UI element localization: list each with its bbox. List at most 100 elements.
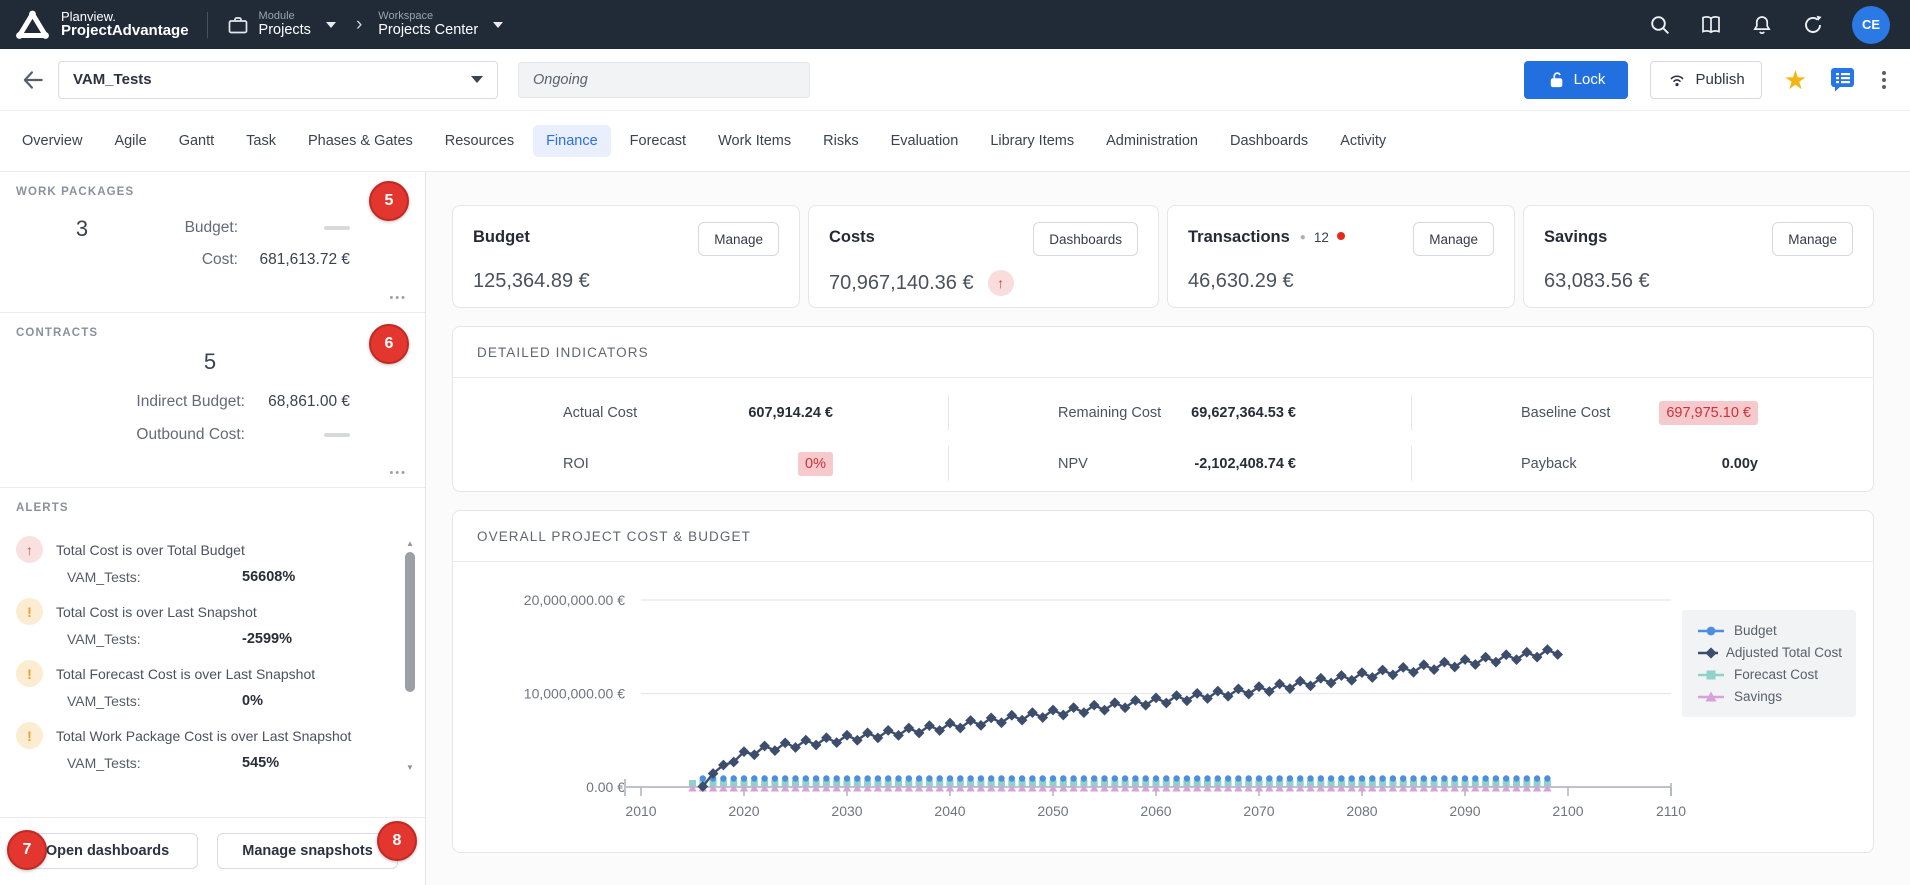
svg-text:2080: 2080	[1346, 803, 1377, 819]
cost-trend-up-icon: ↑	[988, 270, 1014, 296]
transactions-card-title: Transactions	[1188, 228, 1290, 247]
tab-administration[interactable]: Administration	[1093, 125, 1211, 157]
manage-snapshots-button[interactable]: Manage snapshots	[217, 833, 398, 869]
back-arrow-icon[interactable]	[20, 67, 46, 93]
costs-dashboards-button[interactable]: Dashboards	[1033, 222, 1138, 256]
alert-value: 56608%	[242, 569, 295, 585]
planview-logo: Planview. ProjectAdvantage	[14, 8, 189, 42]
wp-budget-label: Budget:	[120, 219, 238, 237]
publish-button[interactable]: Publish	[1650, 61, 1761, 99]
svg-text:2060: 2060	[1140, 803, 1171, 819]
legend-item[interactable]: Budget	[1696, 623, 1842, 638]
svg-text:2020: 2020	[728, 803, 759, 819]
tab-overview[interactable]: Overview	[9, 125, 95, 157]
alert-up-arrow-icon: ↑	[16, 536, 43, 563]
tab-task[interactable]: Task	[233, 125, 289, 157]
tab-work-items[interactable]: Work Items	[705, 125, 804, 157]
workspace-selector[interactable]: Workspace Projects Center	[378, 10, 503, 39]
tab-bar: Overview Agile Gantt Task Phases & Gates…	[0, 111, 1910, 172]
costs-card-value: 70,967,140.36 €	[829, 272, 974, 295]
chart-legend: Budget Adjusted Total Cost Forecast Cost Sa…	[1682, 610, 1856, 717]
scroll-down-icon[interactable]: ▼	[405, 764, 415, 772]
transactions-card: Transactions ● 12 Manage 46,630.29 €	[1167, 205, 1515, 308]
alerts-section: ALERTS ↑ Total Cost is over Total Budget…	[0, 488, 425, 818]
tab-gantt[interactable]: Gantt	[166, 125, 227, 157]
budget-manage-button[interactable]: Manage	[698, 222, 779, 256]
transactions-manage-button[interactable]: Manage	[1413, 222, 1494, 256]
module-caret-icon	[326, 22, 336, 28]
status-field[interactable]: Ongoing	[518, 62, 810, 98]
project-select[interactable]: VAM_Tests	[58, 61, 498, 99]
book-icon[interactable]	[1699, 13, 1723, 37]
tab-agile[interactable]: Agile	[101, 125, 159, 157]
legend-item[interactable]: Savings	[1696, 689, 1842, 704]
notification-dot-icon	[1337, 232, 1345, 240]
contracts-more-icon[interactable]: •••	[389, 467, 407, 479]
baseline-cost-highlight: 697,975.10 €	[1659, 401, 1758, 425]
indirect-budget-label: Indirect Budget:	[40, 393, 245, 411]
feedback-icon[interactable]	[1829, 66, 1856, 93]
chart-title: OVERALL PROJECT COST & BUDGET	[453, 511, 1873, 562]
svg-text:2110: 2110	[1656, 803, 1686, 819]
tab-phases-gates[interactable]: Phases & Gates	[295, 125, 426, 157]
lock-label: Lock	[1574, 71, 1606, 88]
alert-item[interactable]: ! Total Forecast Cost is over Last Snaps…	[16, 660, 391, 709]
workspace-label: Workspace	[378, 10, 478, 23]
alert-project-label: VAM_Tests:	[67, 755, 242, 771]
work-packages-count: 3	[52, 216, 112, 242]
workspace-caret-icon	[493, 22, 503, 28]
refresh-icon[interactable]	[1801, 13, 1825, 37]
module-selector[interactable]: Module Projects	[226, 10, 336, 39]
alert-item[interactable]: ! Total Cost is over Last Snapshot VAM_T…	[16, 598, 391, 647]
budget-card-value: 125,364.89 €	[473, 270, 779, 293]
workspace-value: Projects Center	[378, 22, 478, 39]
alert-project-label: VAM_Tests:	[67, 631, 242, 647]
tab-evaluation[interactable]: Evaluation	[878, 125, 972, 157]
more-options-icon[interactable]	[1878, 67, 1890, 93]
savings-manage-button[interactable]: Manage	[1772, 222, 1853, 256]
alert-item[interactable]: ↑ Total Cost is over Total Budget VAM_Te…	[16, 536, 391, 585]
module-label: Module	[259, 10, 311, 23]
indicator-actual-cost: Actual Cost 607,914.24 €	[453, 387, 948, 438]
lock-button[interactable]: Lock	[1524, 61, 1628, 99]
tab-activity[interactable]: Activity	[1327, 125, 1399, 157]
work-packages-badge: 5	[369, 181, 409, 221]
project-select-caret-icon	[471, 76, 483, 83]
svg-text:2100: 2100	[1552, 803, 1583, 819]
budget-card: Budget Manage 125,364.89 €	[452, 205, 800, 308]
search-icon[interactable]	[1648, 13, 1672, 37]
bell-icon[interactable]	[1750, 13, 1774, 37]
legend-item[interactable]: Adjusted Total Cost	[1696, 645, 1842, 660]
empty-value-dash	[324, 433, 350, 437]
user-avatar[interactable]: CE	[1852, 6, 1890, 44]
tab-resources[interactable]: Resources	[432, 125, 527, 157]
tab-risks[interactable]: Risks	[810, 125, 871, 157]
alert-value: 0%	[242, 693, 263, 709]
alerts-title: ALERTS	[16, 502, 69, 514]
alert-item[interactable]: ! Total Work Package Cost is over Last S…	[16, 722, 391, 771]
open-dashboards-badge: 7	[7, 830, 47, 870]
alert-title: Total Work Package Cost is over Last Sna…	[56, 728, 351, 744]
alert-project-label: VAM_Tests:	[67, 569, 242, 585]
finance-sidebar: WORK PACKAGES 5 3 Budget: Cost: 681,613.…	[0, 172, 426, 885]
work-packages-title: WORK PACKAGES	[16, 186, 134, 198]
tab-dashboards[interactable]: Dashboards	[1217, 125, 1321, 157]
wp-cost-label: Cost:	[120, 251, 238, 269]
favorite-star-icon[interactable]: ★	[1784, 67, 1807, 93]
publish-label: Publish	[1695, 71, 1744, 88]
scrollbar-thumb[interactable]	[405, 552, 415, 692]
scroll-up-icon[interactable]: ▲	[405, 540, 415, 548]
outbound-cost-label: Outbound Cost:	[40, 426, 245, 444]
tab-finance[interactable]: Finance	[533, 125, 611, 157]
work-packages-more-icon[interactable]: •••	[389, 292, 407, 304]
tab-forecast[interactable]: Forecast	[617, 125, 699, 157]
roi-highlight: 0%	[798, 452, 833, 476]
triangle-marker-icon	[1696, 690, 1726, 704]
alerts-scrollbar[interactable]: ▲ ▼	[404, 540, 416, 772]
project-header: VAM_Tests Ongoing Lock Publish ★	[0, 49, 1910, 111]
svg-text:20,000,000.00 €: 20,000,000.00 €	[524, 592, 625, 608]
budget-card-title: Budget	[473, 228, 530, 247]
legend-item[interactable]: Forecast Cost	[1696, 667, 1842, 682]
tab-library-items[interactable]: Library Items	[977, 125, 1087, 157]
briefcase-icon	[226, 13, 250, 37]
